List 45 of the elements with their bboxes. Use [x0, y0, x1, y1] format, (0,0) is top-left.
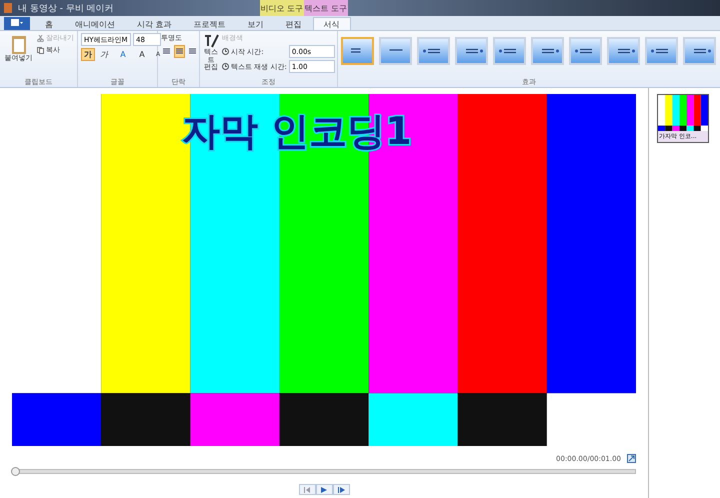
italic-button[interactable]: 가 [97, 48, 111, 61]
app-icon [4, 3, 12, 13]
next-frame-button[interactable] [332, 484, 350, 495]
clip-thumbnail-drawing [658, 95, 708, 131]
ribbon-tab[interactable]: 홈 [34, 17, 64, 30]
effect-button[interactable] [341, 37, 374, 65]
effect-button[interactable] [455, 37, 488, 65]
ribbon-tab[interactable]: 애니메이션 [64, 17, 126, 30]
ribbon-tab[interactable]: 편집 [274, 17, 313, 30]
play-icon [321, 486, 327, 492]
clipboard-icon [10, 33, 28, 55]
effect-button[interactable] [607, 37, 640, 65]
effect-button[interactable] [417, 37, 450, 65]
text-edit-icon [203, 33, 219, 49]
window-title: 내 동영상 - 무비 메이커 [18, 2, 114, 14]
ribbon-tab[interactable]: 서식 [312, 17, 351, 30]
effect-button[interactable] [569, 37, 602, 65]
align-icon [189, 48, 196, 55]
ribbon-tab[interactable]: 시각 효과 [126, 17, 183, 30]
align-icon [176, 48, 183, 55]
ribbon-tab[interactable]: 프로젝트 [182, 17, 237, 30]
grow-font-button[interactable]: A [135, 48, 149, 61]
effect-button[interactable] [493, 37, 526, 65]
copy-icon [37, 46, 44, 54]
effect-button[interactable] [645, 37, 678, 65]
clock-icon [222, 63, 229, 70]
previous-frame-icon [304, 486, 310, 492]
scissors-icon [37, 34, 44, 42]
context-tab-label: 텍스트 도구 [304, 0, 348, 16]
next-frame-icon [338, 486, 344, 492]
ribbon-tab[interactable]: 보기 [236, 17, 275, 30]
play-button[interactable] [316, 484, 332, 495]
align-button[interactable] [174, 45, 185, 58]
clock-icon [222, 48, 229, 55]
context-tab-label: 비디오 도구 [260, 0, 304, 16]
fullscreen-icon[interactable] [627, 454, 636, 463]
effect-button[interactable] [531, 37, 564, 65]
align-icon [163, 48, 170, 55]
seek-thumb[interactable] [11, 467, 20, 476]
effect-button[interactable] [683, 37, 716, 65]
bold-button[interactable]: 가 [81, 48, 95, 61]
menu-icon [11, 19, 23, 26]
previous-frame-button[interactable] [298, 484, 316, 495]
file-menu-button[interactable] [4, 17, 30, 30]
font-color-button[interactable]: A [113, 48, 133, 61]
